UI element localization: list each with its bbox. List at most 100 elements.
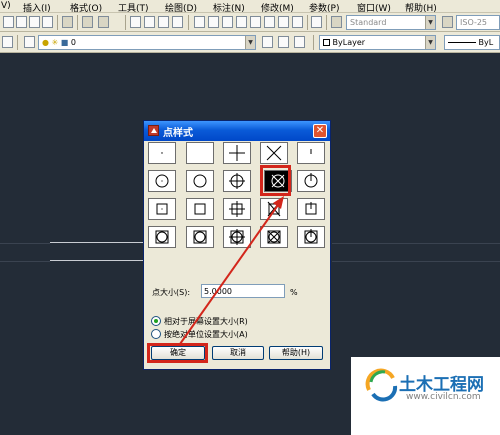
properties-icon[interactable] (194, 16, 205, 28)
menu-bar: V) 插入(I) 格式(O) 工具(T) 绘图(D) 标注(N) 修改(M) 参… (0, 0, 500, 14)
block-editor-icon[interactable] (292, 16, 303, 28)
make-current-icon[interactable] (262, 36, 273, 48)
lock-icon: ■ (60, 38, 69, 47)
radio-absolute[interactable] (151, 329, 161, 339)
linetype-select[interactable]: ByL (444, 35, 500, 50)
x-icon (266, 145, 282, 161)
new-icon[interactable] (3, 16, 14, 28)
drawing-line (0, 243, 50, 244)
circle-plus-icon (229, 173, 245, 189)
autocad-icon (148, 125, 159, 136)
point-style-circle-dot[interactable] (148, 170, 176, 192)
drawing-line (332, 243, 500, 244)
toolbar-separator (313, 35, 314, 50)
point-style-none[interactable] (186, 142, 214, 164)
square-dot-icon (156, 203, 168, 215)
point-style-x[interactable] (260, 142, 288, 164)
close-icon[interactable]: ✕ (313, 124, 327, 138)
chevron-down-icon[interactable]: ▼ (425, 36, 435, 49)
color-select[interactable]: ByLayer ▼ (319, 35, 436, 50)
point-style-circle-square[interactable] (186, 226, 214, 248)
layer-states-icon[interactable] (278, 16, 289, 28)
dialog-title: 点样式 (163, 128, 193, 139)
radio-relative-label: 相对于屏幕设置大小(R) (164, 317, 248, 326)
drawing-line (0, 261, 50, 262)
undo-icon[interactable] (82, 16, 93, 28)
layer-isolate-icon[interactable] (294, 36, 305, 48)
circle-square-x-icon (267, 230, 281, 244)
point-style-square-plus[interactable] (223, 198, 251, 220)
linetype-value: ByL (478, 38, 494, 47)
standard-toolbar: Standard ▼ ISO-25 (0, 13, 500, 32)
markup-icon[interactable] (250, 16, 261, 28)
cut-icon[interactable] (62, 16, 73, 28)
point-size-input[interactable]: 5.0000 (201, 284, 285, 298)
drawing-line (50, 242, 143, 243)
point-style-square-dot[interactable] (148, 198, 176, 220)
layer-previous-icon[interactable] (278, 36, 289, 48)
point-size-label: 点大小(S): (152, 288, 191, 297)
zoom-previous-icon[interactable] (172, 16, 183, 28)
text-style-icon[interactable] (331, 16, 342, 28)
pan-icon[interactable] (130, 16, 141, 28)
help-button[interactable]: 帮助(H) (269, 346, 323, 360)
point-style-circle-plus[interactable] (223, 170, 251, 192)
dot-icon (161, 152, 163, 154)
square-icon (194, 203, 206, 215)
radio-relative[interactable] (151, 316, 161, 326)
point-style-circle-square-tick[interactable] (297, 226, 325, 248)
ok-button-highlight (147, 343, 208, 363)
toolbar-separator (307, 15, 308, 30)
point-style-tick[interactable] (297, 142, 325, 164)
sun-icon: ✳ (51, 38, 59, 47)
chevron-down-icon[interactable]: ▼ (245, 36, 255, 49)
save-icon[interactable] (29, 16, 40, 28)
layer-manager-icon[interactable] (2, 36, 13, 48)
layer-properties-icon[interactable] (24, 36, 35, 48)
square-plus-icon (229, 201, 245, 217)
point-style-square-x[interactable] (260, 198, 288, 220)
lightbulb-icon: ● (42, 38, 49, 47)
cancel-button[interactable]: 取消 (212, 346, 264, 360)
drawing-line (50, 260, 143, 261)
chevron-down-icon[interactable]: ▼ (425, 16, 435, 29)
sheet-set-icon[interactable] (236, 16, 247, 28)
dim-style-value: ISO-25 (460, 18, 488, 27)
toolbar-separator (125, 15, 126, 30)
dim-style-icon[interactable] (442, 16, 453, 28)
plot-icon[interactable] (42, 16, 53, 28)
circle-tick-icon (304, 173, 318, 188)
toolbar-separator (326, 15, 327, 30)
zoom-window-icon[interactable] (158, 16, 169, 28)
redo-icon[interactable] (98, 16, 109, 28)
menu-view[interactable]: V) (1, 1, 11, 11)
point-style-dot[interactable] (148, 142, 176, 164)
dialog-titlebar[interactable]: 点样式 ✕ (144, 121, 330, 141)
text-style-select[interactable]: Standard ▼ (346, 15, 436, 30)
point-style-circle-square-plus[interactable] (223, 226, 251, 248)
point-style-circle-square-x[interactable] (260, 226, 288, 248)
circle-icon (193, 174, 207, 188)
dim-style-select[interactable]: ISO-25 (456, 15, 500, 30)
layer-select[interactable]: ● ✳ ■ 0 ▼ (38, 35, 256, 50)
radio-absolute-label: 按绝对单位设置大小(A) (164, 330, 248, 339)
point-style-square-tick[interactable] (297, 198, 325, 220)
square-x-icon (267, 201, 281, 217)
color-swatch (323, 39, 330, 46)
point-style-plus[interactable] (223, 142, 251, 164)
zoom-realtime-icon[interactable] (144, 16, 155, 28)
layer-name: 0 (70, 38, 76, 47)
open-icon[interactable] (16, 16, 27, 28)
help-icon[interactable] (311, 16, 322, 28)
drawing-line (332, 261, 500, 262)
point-style-circle[interactable] (186, 170, 214, 192)
tool-palettes-icon[interactable] (222, 16, 233, 28)
circle-square-plus-icon (229, 229, 245, 245)
point-style-circle-square-dot[interactable] (148, 226, 176, 248)
linetype-sample (448, 42, 476, 43)
quickcalc-icon[interactable] (264, 16, 275, 28)
design-center-icon[interactable] (208, 16, 219, 28)
point-style-circle-tick[interactable] (297, 170, 325, 192)
point-style-square[interactable] (186, 198, 214, 220)
color-value: ByLayer (332, 38, 366, 47)
